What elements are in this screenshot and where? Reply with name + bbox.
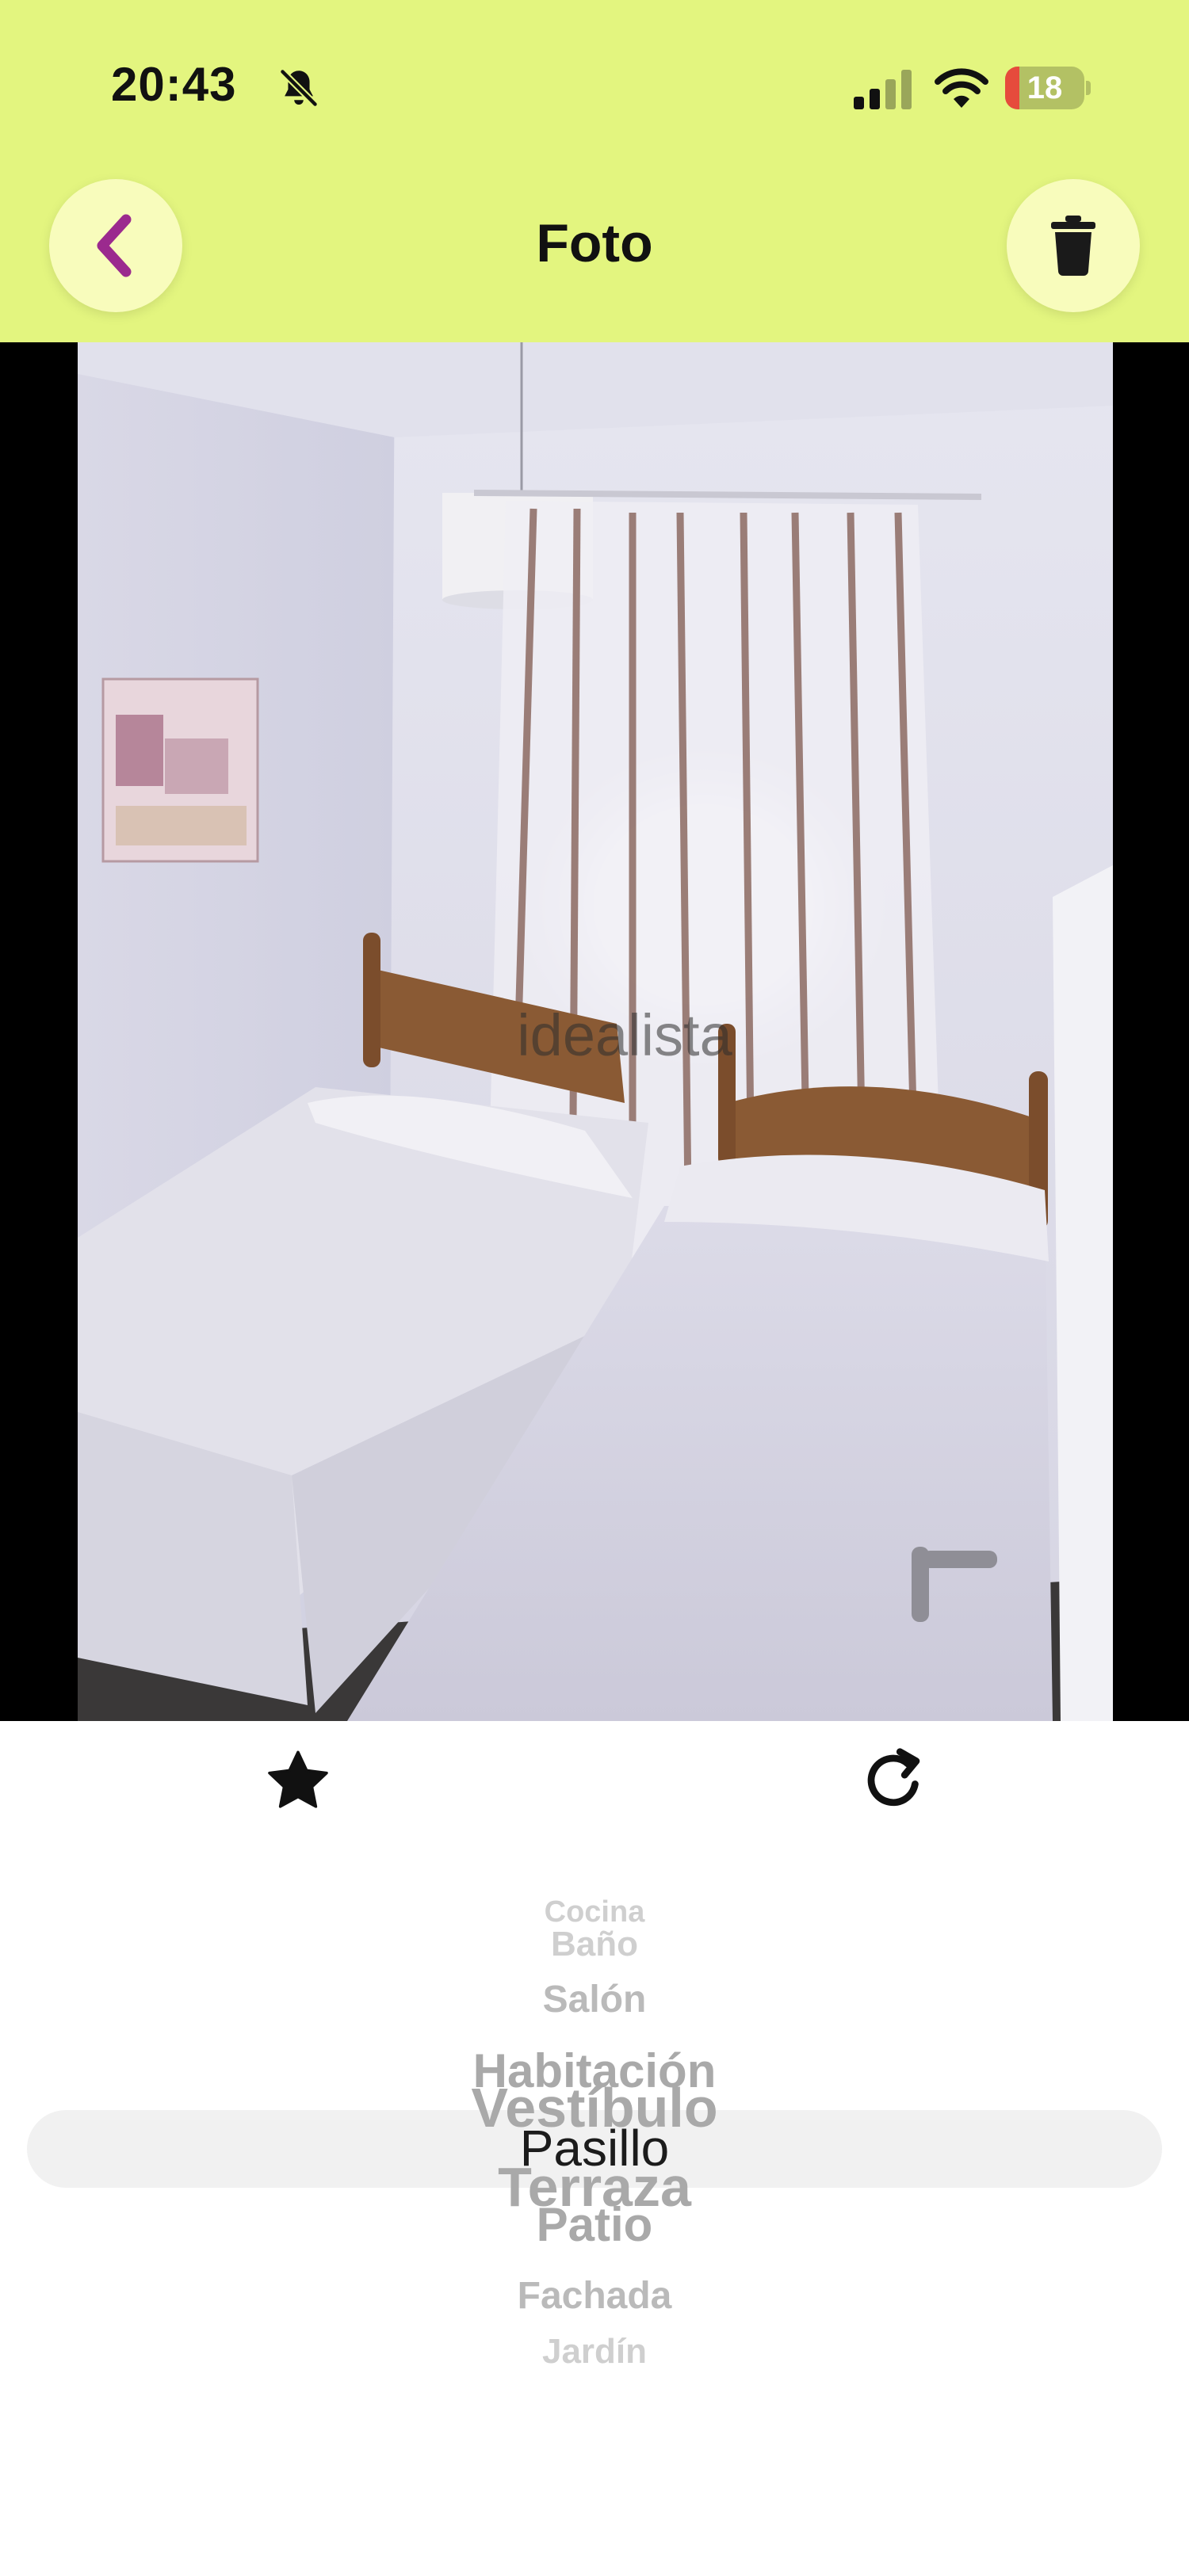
trash-icon [1051, 216, 1095, 276]
battery-icon: 18 [1005, 67, 1091, 109]
delete-button[interactable] [1007, 179, 1140, 312]
top-header: 20:43 18 Foto [0, 0, 1189, 342]
picker-item[interactable]: Salón [0, 1978, 1189, 2021]
picker-item[interactable]: Patio [0, 2197, 1189, 2252]
picker-item[interactable]: Jardín [0, 2332, 1189, 2372]
bell-slash-icon [280, 69, 318, 107]
photo-viewer: idealista [0, 342, 1189, 1721]
wifi-icon [935, 68, 988, 108]
room-photo: idealista [78, 342, 1113, 1721]
cellular-signal-icon [854, 70, 912, 109]
battery-level: 18 [1027, 71, 1063, 105]
star-icon[interactable] [265, 1747, 331, 1814]
rotate-clockwise-icon[interactable] [859, 1744, 929, 1815]
picker-item[interactable]: Fachada [0, 2274, 1189, 2318]
status-time: 20:43 [111, 58, 237, 111]
watermark-text: idealista [517, 1002, 732, 1068]
picker-item[interactable]: Baño [0, 1925, 1189, 1964]
